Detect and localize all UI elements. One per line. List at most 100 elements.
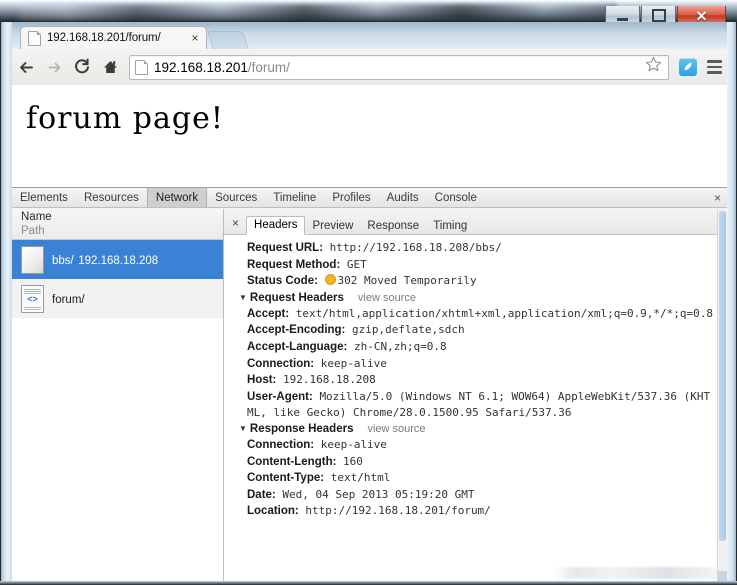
request-row-forum[interactable]: <> forum/ xyxy=(12,279,223,318)
request-row-bbs[interactable]: bbs/ 192.168.18.208 xyxy=(12,240,223,279)
detail-tab-headers[interactable]: Headers xyxy=(246,216,306,235)
devtools-close-icon[interactable]: × xyxy=(714,191,721,205)
header-value: http://192.168.18.201/forum/ xyxy=(305,504,491,518)
hamburger-menu-icon xyxy=(706,60,722,74)
view-source-link[interactable]: view source xyxy=(358,292,416,304)
scrollbar-thumb[interactable] xyxy=(719,211,726,541)
header-request-url: Request URL: http://192.168.18.208/bbs/ xyxy=(238,240,715,257)
back-button[interactable] xyxy=(12,52,40,82)
header-key: Connection: xyxy=(247,438,315,451)
status-value: 302 Moved Temporarily xyxy=(337,274,477,288)
browser-toolbar: 192.168.18.201/forum/ xyxy=(12,49,727,86)
devtools-tab-bar: Elements Resources Network Sources Timel… xyxy=(12,188,727,208)
header-value: Wed, 04 Sep 2013 05:19:20 GMT xyxy=(282,487,475,501)
header-key: Accept: xyxy=(247,307,290,320)
header-accept-language: Accept-Language: zh-CN,zh;q=0.8 xyxy=(238,339,715,356)
header-accept: Accept: text/html,application/xhtml+xml,… xyxy=(238,306,715,323)
response-headers-section-title[interactable]: ▼ Response Headers view source xyxy=(230,421,715,437)
collapse-triangle-icon: ▼ xyxy=(239,423,247,433)
header-status-code: Status Code: 302 Moved Temporarily xyxy=(238,273,715,290)
request-row-text: forum/ xyxy=(52,290,85,308)
bookmark-star-icon[interactable] xyxy=(645,56,662,78)
new-tab-button[interactable] xyxy=(206,31,250,49)
address-bar[interactable]: 192.168.18.201/forum/ xyxy=(129,54,669,80)
minimize-icon xyxy=(617,17,628,21)
header-request-method: Request Method: GET xyxy=(238,257,715,274)
window-left-border xyxy=(0,22,12,585)
header-key: Request Method: xyxy=(247,258,341,271)
header-value: keep-alive xyxy=(320,437,387,451)
collapse-triangle-icon: ▼ xyxy=(239,292,247,302)
bottom-overlay-artifact xyxy=(554,567,727,579)
chrome-menu-button[interactable] xyxy=(701,52,727,82)
reload-button[interactable] xyxy=(68,52,96,82)
request-headers-section-title[interactable]: ▼ Request Headers view source xyxy=(230,290,715,306)
request-name: forum/ xyxy=(52,293,85,306)
devtools-tab-elements[interactable]: Elements xyxy=(12,188,76,207)
header-value: keep-alive xyxy=(320,356,387,370)
url-host: 192.168.18.201 xyxy=(154,59,248,75)
requests-list: bbs/ 192.168.18.208 <> forum/ xyxy=(12,240,223,581)
header-key: Content-Length: xyxy=(247,455,337,468)
detail-tab-response[interactable]: Response xyxy=(360,218,426,235)
request-name: bbs/ xyxy=(52,254,74,267)
close-icon: ✕ xyxy=(695,7,708,24)
address-bar-url: 192.168.18.201/forum/ xyxy=(154,60,645,75)
headers-scrollbar[interactable] xyxy=(717,209,727,581)
header-key: Request URL: xyxy=(247,242,324,254)
tab-close-icon[interactable]: × xyxy=(188,31,202,45)
header-value: Mozilla/5.0 (Windows NT 6.1; WOW64) Appl… xyxy=(247,389,711,420)
header-value: gzip,deflate,sdch xyxy=(352,323,465,337)
detail-tab-preview[interactable]: Preview xyxy=(305,218,360,235)
header-value: text/html xyxy=(330,471,391,485)
headers-content[interactable]: Request URL: http://192.168.18.208/bbs/ … xyxy=(224,235,727,581)
reload-icon xyxy=(75,58,89,74)
header-connection-response: Connection: keep-alive xyxy=(238,437,715,454)
devtools-body: Name Path bbs/ 192.168.18.208 <> forum/ … xyxy=(12,209,727,581)
devtools-tab-timeline[interactable]: Timeline xyxy=(265,188,324,207)
tab-strip: 192.168.18.201/forum/ × xyxy=(12,22,727,49)
page-viewport: forum page! xyxy=(12,85,727,187)
header-connection-request: Connection: keep-alive xyxy=(238,356,715,373)
header-location: Location: http://192.168.18.201/forum/ xyxy=(238,503,715,520)
column-header-path: Path xyxy=(21,225,45,237)
section-label: Response Headers xyxy=(249,422,354,435)
forward-button[interactable] xyxy=(40,52,68,82)
maximize-icon xyxy=(651,9,666,22)
header-key: Status Code: xyxy=(247,275,318,288)
detail-close-icon[interactable]: × xyxy=(228,216,246,234)
devtools-tab-sources[interactable]: Sources xyxy=(207,188,265,207)
header-key: Content-Type: xyxy=(247,472,325,485)
plain-document-icon xyxy=(21,245,44,274)
view-source-link[interactable]: view source xyxy=(367,423,425,435)
forward-arrow-icon xyxy=(48,62,60,72)
browser-tab[interactable]: 192.168.18.201/forum/ × xyxy=(20,26,207,49)
header-date: Date: Wed, 04 Sep 2013 05:19:20 GMT xyxy=(238,487,715,504)
header-content-length: Content-Length: 160 xyxy=(238,454,715,471)
header-key: Accept-Encoding: xyxy=(247,324,346,337)
devtools-tab-profiles[interactable]: Profiles xyxy=(324,188,378,207)
status-dot-icon xyxy=(324,274,336,286)
section-label: Request Headers xyxy=(249,291,344,304)
browser-window: ✕ 192.168.18.201/forum/ × 192.168.18.201… xyxy=(0,0,737,585)
title-bar-blur xyxy=(18,4,617,20)
devtools-panel: Elements Resources Network Sources Timel… xyxy=(12,187,727,581)
header-value: zh-CN,zh;q=0.8 xyxy=(353,339,447,353)
tab-title: 192.168.18.201/forum/ xyxy=(47,32,161,44)
header-key: Connection: xyxy=(247,357,315,370)
window-right-border xyxy=(727,22,737,585)
header-accept-encoding: Accept-Encoding: gzip,deflate,sdch xyxy=(238,322,715,339)
header-value: text/html,application/xhtml+xml,applicat… xyxy=(295,306,714,320)
request-row-text: bbs/ 192.168.18.208 xyxy=(52,251,158,269)
home-button[interactable] xyxy=(96,52,124,82)
header-user-agent: User-Agent: Mozilla/5.0 (Windows NT 6.1;… xyxy=(238,389,715,421)
devtools-tab-console[interactable]: Console xyxy=(427,188,485,207)
devtools-tab-resources[interactable]: Resources xyxy=(76,188,147,207)
request-path: 192.168.18.208 xyxy=(78,254,159,267)
network-requests-panel: Name Path bbs/ 192.168.18.208 <> forum/ xyxy=(12,209,224,581)
devtools-tab-audits[interactable]: Audits xyxy=(379,188,427,207)
extension-button[interactable] xyxy=(675,52,701,82)
devtools-tab-network[interactable]: Network xyxy=(146,188,208,207)
header-key: Host: xyxy=(247,374,277,387)
detail-tab-timing[interactable]: Timing xyxy=(426,218,474,235)
